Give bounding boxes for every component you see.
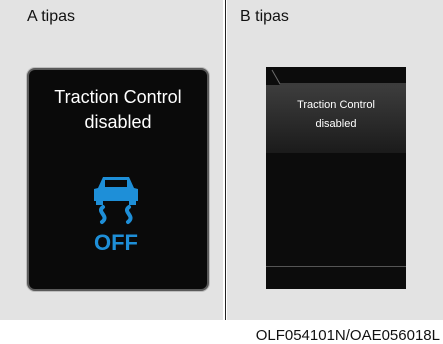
icon-off-text: OFF: [94, 230, 138, 254]
bottom-line: [266, 266, 406, 267]
panel-a: A tipas Traction Control disabled OFF: [0, 0, 223, 320]
cluster-display-b: Traction Control disabled: [266, 67, 406, 289]
panel-b-label: B tipas: [240, 8, 289, 25]
cluster-display-a: Traction Control disabled OFF: [27, 68, 209, 291]
message-line1: Traction Control: [297, 99, 375, 111]
message-line1: Traction Control: [54, 87, 182, 107]
display-corner-line: [271, 69, 406, 85]
divider: [225, 0, 226, 320]
traction-control-off-icon: OFF: [94, 177, 138, 254]
figure-caption: OLF054101N/OAE056018L: [255, 327, 440, 344]
panel-a-label: A tipas: [27, 8, 76, 25]
message-line2: disabled: [315, 118, 357, 130]
panel-b: B tipas Traction Control disabled: [227, 0, 443, 320]
message-line2: disabled: [84, 112, 152, 132]
